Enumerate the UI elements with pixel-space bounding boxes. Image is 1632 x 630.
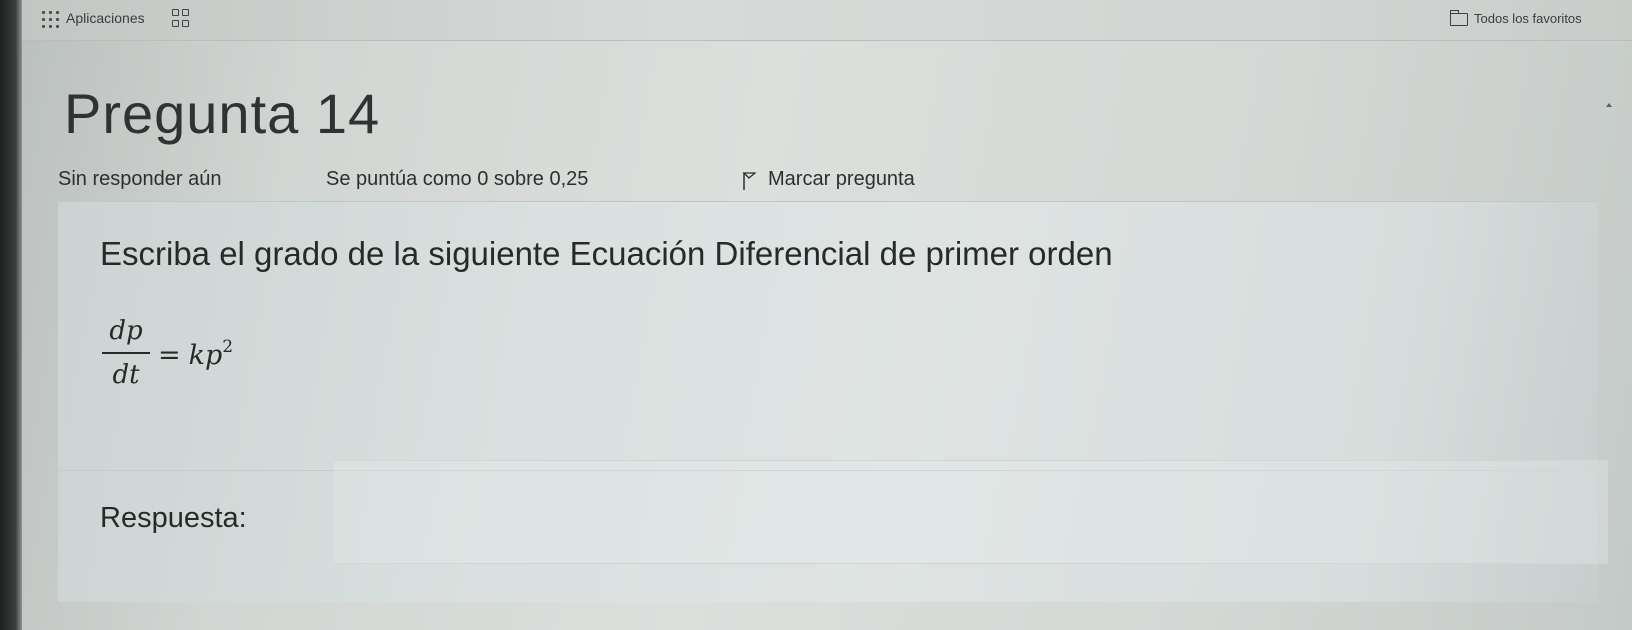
- derivative-fraction: dp dt: [102, 314, 150, 392]
- screen: Aplicaciones Todos los favoritos Pregunt…: [0, 0, 1632, 630]
- folder-icon[interactable]: [1449, 10, 1468, 26]
- screen-bezel: [0, 0, 22, 630]
- quiz-page: Pregunta 14 Sin responder aún Se puntúa …: [22, 41, 1632, 630]
- rhs-exponent: 2: [222, 337, 234, 357]
- equation-rhs: = kp2: [158, 337, 233, 371]
- scroll-up-icon[interactable]: [1606, 103, 1612, 107]
- equals-sign: =: [158, 340, 181, 371]
- fraction-numerator: dp: [109, 316, 143, 346]
- answer-label: Respuesta:: [100, 502, 247, 534]
- all-favorites-link[interactable]: Todos los favoritos: [1474, 11, 1582, 26]
- question-prompt: Escriba el grado de la siguiente Ecuació…: [100, 235, 1113, 272]
- apps-bookmark[interactable]: Aplicaciones: [66, 10, 145, 26]
- fraction-bar: [102, 352, 150, 354]
- rhs-base: kp: [188, 340, 223, 371]
- question-status: Sin responder aún: [58, 168, 222, 190]
- differential-equation: dp dt = kp2: [102, 314, 322, 414]
- fraction-denominator: dt: [112, 360, 140, 390]
- bookmarks-bar: Aplicaciones Todos los favoritos: [22, 0, 1632, 41]
- apps-grid-icon[interactable]: [42, 11, 60, 29]
- tab-grid-icon[interactable]: [172, 9, 190, 27]
- question-content: Escriba el grado de la siguiente Ecuació…: [58, 201, 1608, 602]
- flag-question-link[interactable]: Marcar pregunta: [768, 168, 915, 191]
- question-title: Pregunta 14: [64, 82, 381, 145]
- flag-icon[interactable]: [742, 171, 756, 191]
- answer-input[interactable]: [334, 460, 1608, 564]
- question-grade: Se puntúa como 0 sobre 0,25: [326, 168, 589, 190]
